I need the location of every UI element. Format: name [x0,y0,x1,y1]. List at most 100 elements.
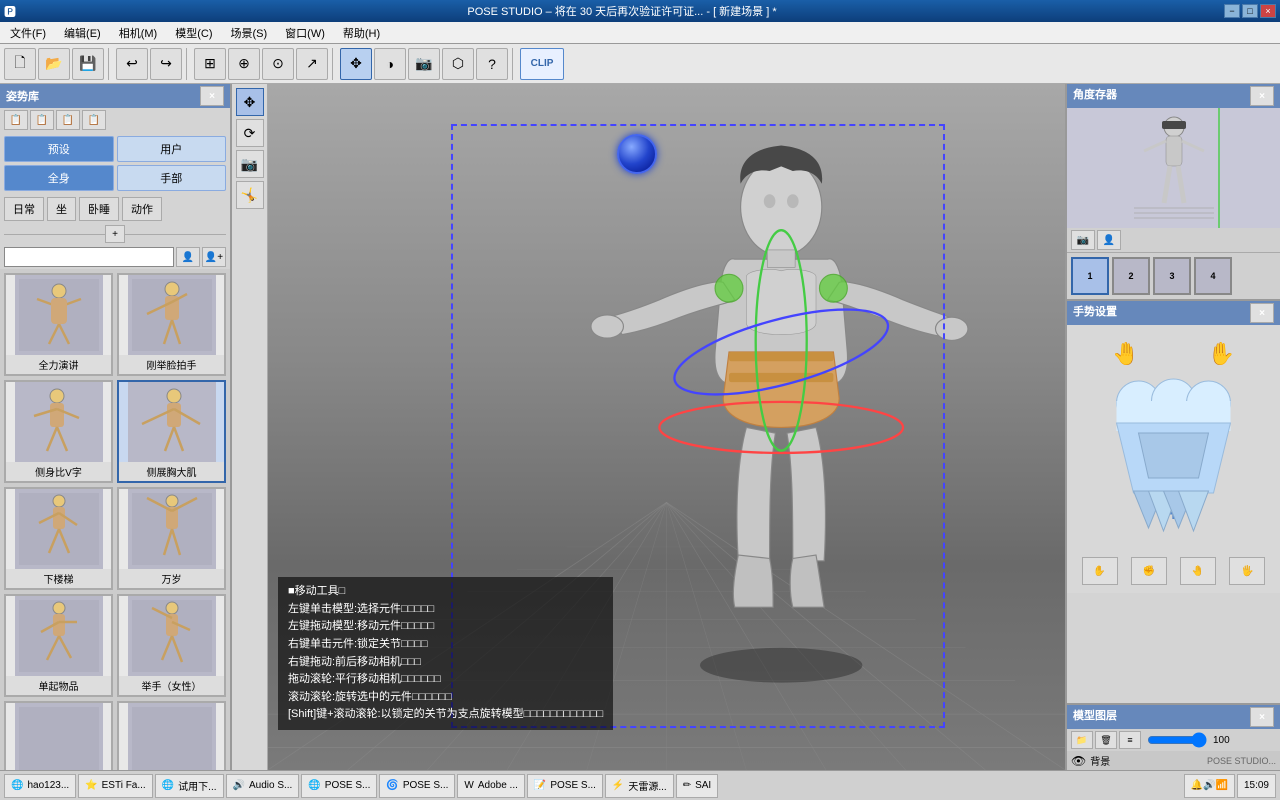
status-internet[interactable]: 🌐 hao123... [4,774,76,798]
cat-fullbody[interactable]: 全身 [4,165,114,191]
undo-button[interactable]: ↩ [116,48,148,80]
statusbar: 🌐 hao123... ⭐ ESTi Fa... 🌐 试用下... 🔊 Audi… [0,770,1280,800]
pose-item[interactable] [117,701,226,770]
left-hand-icon[interactable]: 🤚 [1108,333,1144,369]
tool-circle[interactable]: ⊙ [262,48,294,80]
new-button[interactable]: 🗋 [4,48,36,80]
status-note[interactable]: 📝 POSE S... [527,774,603,798]
help-button[interactable]: ? [476,48,508,80]
status-adobe[interactable]: W Adobe ... [457,774,524,798]
tool-arrow[interactable]: ↗ [296,48,328,80]
viewport[interactable]: 旋转 透视 [268,84,1065,770]
pose-label: 万岁 [119,569,224,588]
hex-tool-button[interactable]: ⬡ [442,48,474,80]
viewport-content[interactable]: ■移动工具□ 左键单击模型:选择元件□□□□□ 左键拖动模型:移动元件□□□□□… [268,84,1065,770]
pose-item[interactable]: 全力演讲 [4,273,113,376]
close-button[interactable]: × [1260,4,1276,18]
subcat-sleep[interactable]: 卧睡 [79,197,119,221]
layer-panel-header: 模型图层 × [1067,705,1280,729]
camera-tool-button[interactable]: 📷 [408,48,440,80]
menu-scene[interactable]: 场景(S) [223,23,276,43]
layer-delete-btn[interactable]: 🗑 [1095,731,1117,749]
pose-thumbnail [15,596,103,676]
status-audio[interactable]: 🔊 Audio S... [226,774,300,798]
layer-add-btn[interactable]: 📁 [1071,731,1093,749]
pose-item[interactable]: 侧展胸大肌 [117,380,226,483]
layer-opacity-slider[interactable] [1147,732,1207,748]
angle-thumb-2[interactable]: 2 [1112,257,1150,295]
pose-library-title: 姿势库 [6,88,39,104]
pose-lib-icon3[interactable]: 📋 [56,110,80,130]
hand-preset-3[interactable]: 🤚 [1180,557,1216,585]
hand-panel-close[interactable]: × [1250,303,1274,323]
pose-label: 全力演讲 [6,355,111,374]
menu-edit[interactable]: 编辑(E) [56,23,109,43]
add-pose-button[interactable]: + [105,225,125,243]
move-tool-vert[interactable]: ✥ [236,88,264,116]
pose-thumbnail [128,382,216,462]
menu-file[interactable]: 文件(F) [2,23,54,43]
status-sai[interactable]: ✏ SAI [676,774,719,798]
menu-model[interactable]: 模型(C) [167,23,220,43]
status-poses[interactable]: 🌐 POSE S... [301,774,377,798]
cat-user[interactable]: 用户 [117,136,227,162]
pose-item[interactable] [4,701,113,770]
pose-item[interactable]: 单起物品 [4,594,113,697]
hand-preset-1[interactable]: ✋ [1082,557,1118,585]
pose-lib-icon4[interactable]: 📋 [82,110,106,130]
pose-item[interactable]: 侧身比V字 [4,380,113,483]
pose-item[interactable]: 下楼梯 [4,487,113,590]
pose-library-header: 姿势库 × [0,84,230,108]
layer-eye-icon[interactable]: 👁 [1071,754,1086,768]
menu-camera[interactable]: 相机(M) [111,23,166,43]
status-trial[interactable]: 🌐 试用下... [155,774,224,798]
sep1 [108,48,112,80]
pose-search-user-btn[interactable]: 👤 [176,247,200,267]
subcat-sit[interactable]: 坐 [47,197,76,221]
internet-icon: 🌐 [11,780,23,791]
pose-item[interactable]: 举手（女性） [117,594,226,697]
selected-sphere[interactable] [617,134,657,174]
pose-lib-close[interactable]: × [200,86,224,106]
rotate-view-vert[interactable]: ⟳ [236,119,264,147]
layer-panel-close[interactable]: × [1250,707,1274,727]
status-pose2[interactable]: 🌀 POSE S... [379,774,455,798]
angle-panel-close[interactable]: × [1250,86,1274,106]
subcat-action[interactable]: 动作 [122,197,162,221]
pose-item[interactable]: 万岁 [117,487,226,590]
subcat-daily[interactable]: 日常 [4,197,44,221]
layer-menu-btn[interactable]: ≡ [1119,731,1141,749]
save-button[interactable]: 💾 [72,48,104,80]
hand-preset-4[interactable]: 🖐 [1229,557,1265,585]
right-hand-icon[interactable]: 🤚 [1203,333,1239,369]
status-esti[interactable]: ⭐ ESTi Fa... [78,774,153,798]
clip-button[interactable]: CLIP [520,48,564,80]
pose-search-input[interactable] [4,247,174,267]
minimize-button[interactable]: − [1224,4,1240,18]
rotate-tool-button[interactable]: ◑ [374,48,406,80]
person-button[interactable]: 👤 [1097,230,1121,250]
hand-preset-2[interactable]: ✊ [1131,557,1167,585]
pose-item[interactable]: 刚举脸拍手 [117,273,226,376]
camera-vert[interactable]: 📷 [236,150,264,178]
pose-label: 下楼梯 [6,569,111,588]
open-button[interactable]: 📂 [38,48,70,80]
move-tool-button[interactable]: ✥ [340,48,372,80]
angle-thumb-3[interactable]: 3 [1153,257,1191,295]
tool-add[interactable]: ⊕ [228,48,260,80]
cat-hand[interactable]: 手部 [117,165,227,191]
capture-button[interactable]: 📷 [1071,230,1095,250]
pose-search-add-btn[interactable]: 👤+ [202,247,226,267]
menu-window[interactable]: 窗口(W) [277,23,333,43]
tool-select[interactable]: ⊞ [194,48,226,80]
redo-button[interactable]: ↪ [150,48,182,80]
pose-lib-icon2[interactable]: 📋 [30,110,54,130]
cat-preset[interactable]: 预设 [4,136,114,162]
maximize-button[interactable]: □ [1242,4,1258,18]
pose-lib-icon1[interactable]: 📋 [4,110,28,130]
pose-vert[interactable]: 🤸 [236,181,264,209]
angle-thumb-1[interactable]: 1 [1071,257,1109,295]
status-thunder[interactable]: ⚡ 天雷源... [605,774,674,798]
menu-help[interactable]: 帮助(H) [335,23,388,43]
angle-thumb-4[interactable]: 4 [1194,257,1232,295]
